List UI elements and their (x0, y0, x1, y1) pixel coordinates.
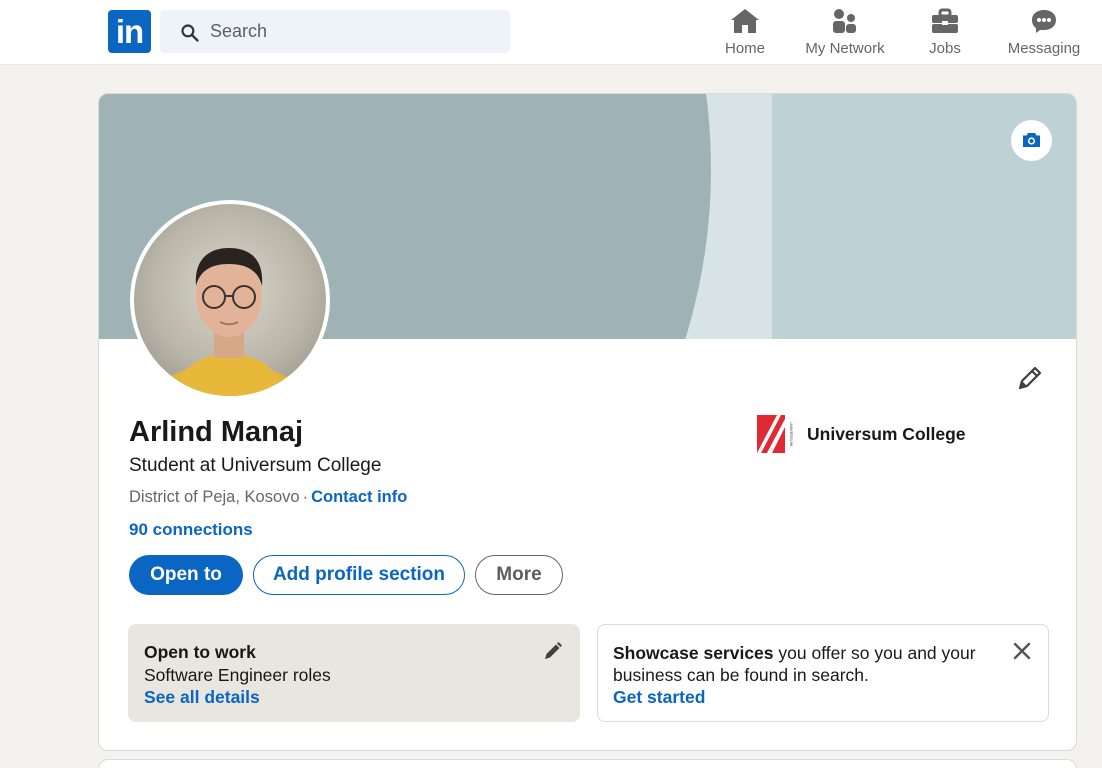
see-all-details-link[interactable]: See all details (144, 687, 260, 708)
nav-messaging[interactable]: Messaging (1004, 6, 1084, 61)
search-icon (181, 24, 199, 42)
connections-link[interactable]: 90 connections (129, 520, 253, 540)
universum-college-logo: UNIVERSUM (757, 415, 795, 453)
location-separator: · (302, 488, 309, 506)
nav-my-network-label: My Network (805, 40, 885, 57)
briefcase-icon (932, 8, 958, 33)
nav-my-network[interactable]: My Network (800, 6, 890, 61)
profile-headline: Student at Universum College (129, 455, 382, 476)
add-profile-section-button[interactable]: Add profile section (253, 555, 465, 595)
nav-jobs[interactable]: Jobs (920, 6, 970, 61)
profile-location: District of Peja, Kosovo (129, 488, 300, 506)
top-nav: in Home My Network Jobs (0, 0, 1102, 65)
open-to-button[interactable]: Open to (129, 555, 243, 595)
next-section-card (98, 759, 1077, 768)
home-icon (731, 9, 759, 33)
more-button[interactable]: More (475, 555, 563, 595)
search-input[interactable] (210, 10, 500, 53)
linkedin-logo[interactable]: in (108, 10, 151, 53)
nav-jobs-label: Jobs (929, 40, 961, 57)
nav-home-label: Home (724, 40, 765, 57)
showcase-bold: Showcase services (613, 643, 774, 663)
camera-icon (1023, 133, 1040, 147)
nav-messaging-label: Messaging (1007, 40, 1081, 57)
open-to-work-title: Open to work (144, 642, 256, 662)
organization-name: Universum College (807, 424, 966, 444)
nav-home[interactable]: Home (720, 6, 770, 61)
close-icon[interactable] (1012, 641, 1032, 661)
search-bar[interactable] (160, 10, 510, 53)
messaging-icon (1032, 10, 1056, 33)
edit-intro-pencil-icon[interactable] (1015, 363, 1045, 393)
profile-name: Arlind Manaj (129, 416, 304, 448)
showcase-text: Showcase services you offer so you and y… (613, 642, 993, 686)
open-to-work-card: Open to work Software Engineer roles See… (128, 624, 580, 722)
profile-photo-image (149, 248, 307, 396)
open-to-work-roles: Software Engineer roles (144, 665, 331, 685)
profile-photo[interactable] (130, 200, 330, 400)
contact-info-link[interactable]: Contact info (311, 488, 407, 506)
network-icon (833, 9, 856, 33)
get-started-link[interactable]: Get started (613, 687, 705, 708)
profile-card: Arlind Manaj Student at Universum Colleg… (98, 93, 1077, 751)
profile-location-row: District of Peja, Kosovo · Contact info (129, 488, 407, 507)
edit-open-to-work-pencil-icon[interactable] (542, 640, 564, 662)
edit-banner-button[interactable] (1011, 120, 1052, 161)
svg-text:UNIVERSUM: UNIVERSUM (789, 422, 794, 446)
showcase-services-card: Showcase services you offer so you and y… (597, 624, 1049, 722)
